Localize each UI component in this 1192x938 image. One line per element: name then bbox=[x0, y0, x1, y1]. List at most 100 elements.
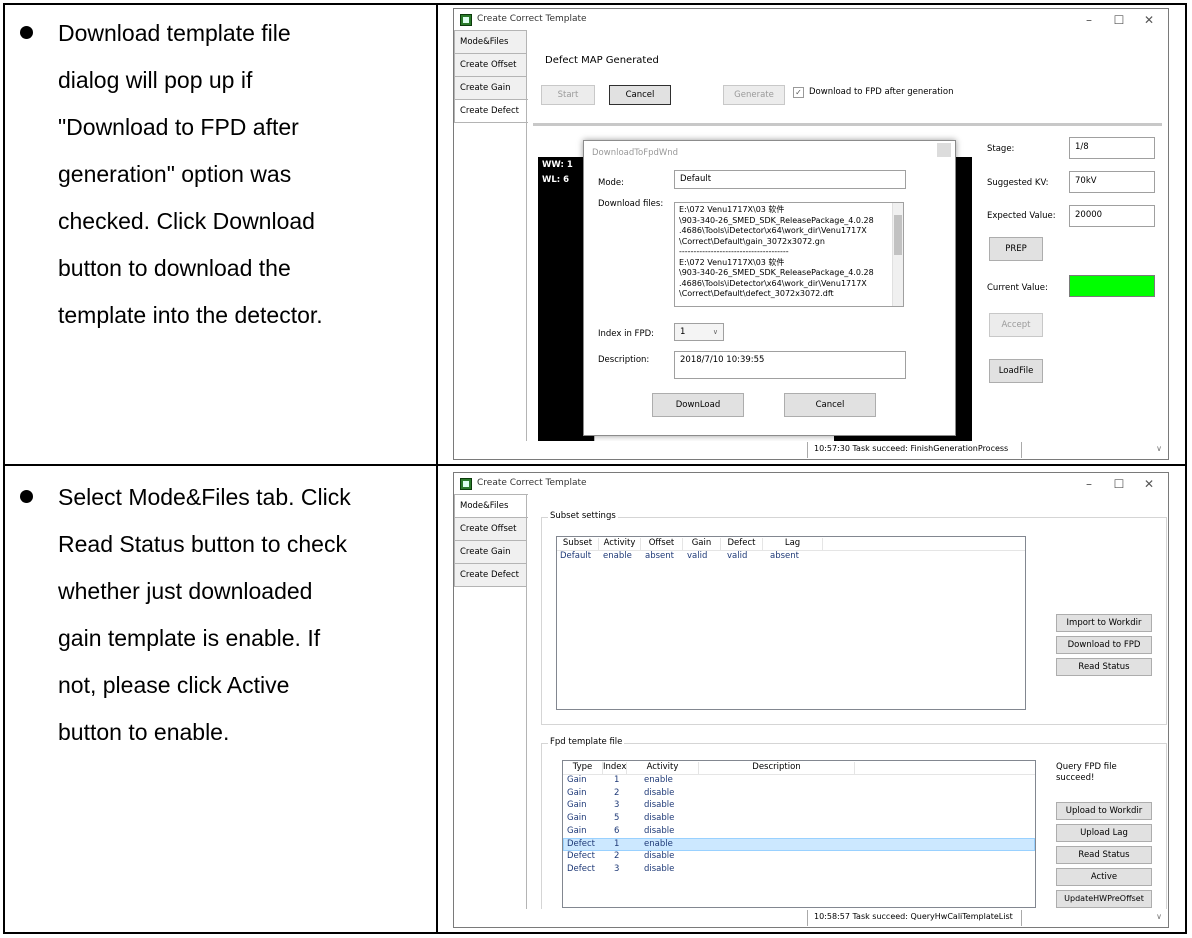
row-divider bbox=[3, 464, 1187, 466]
tab-create-defect[interactable]: Create Defect bbox=[454, 99, 528, 123]
instruction-line: generation" option was bbox=[58, 161, 292, 187]
update-hw-pre-offset-button[interactable]: UpdateHWPreOffset bbox=[1056, 890, 1152, 908]
table-cell: 1 bbox=[614, 775, 620, 785]
file-line: \Correct\Default\defect_3072x3072.dft bbox=[679, 289, 834, 298]
chevron-down-icon[interactable]: ∨ bbox=[1156, 444, 1162, 453]
files-scrollbar[interactable] bbox=[892, 203, 903, 306]
mode-field[interactable]: Default bbox=[674, 170, 906, 189]
file-line: E:\072 Venu1717X\03 软件 bbox=[679, 257, 785, 267]
table-cell: enable bbox=[603, 551, 632, 561]
table-cell: disable bbox=[644, 813, 675, 824]
close-button[interactable]: ✕ bbox=[1134, 475, 1164, 493]
index-in-fpd-select[interactable]: 1 ∨ bbox=[674, 323, 724, 341]
suggested-kv-field[interactable]: 70kV bbox=[1069, 171, 1155, 193]
read-status-button[interactable]: Read Status bbox=[1056, 658, 1152, 676]
create-correct-template-window-2: Create Correct Template – ☐ ✕ Mode&Files… bbox=[453, 472, 1169, 928]
table-row[interactable]: Gain 1 enable bbox=[563, 775, 1035, 788]
title-bar: Create Correct Template – ☐ ✕ bbox=[454, 9, 1168, 31]
expected-value-field[interactable]: 20000 bbox=[1069, 205, 1155, 227]
import-to-workdir-button[interactable]: Import to Workdir bbox=[1056, 614, 1152, 632]
upload-to-workdir-button[interactable]: Upload to Workdir bbox=[1056, 802, 1152, 820]
table-row[interactable]: Gain 3 disable bbox=[563, 800, 1035, 813]
column-header[interactable]: Type bbox=[563, 762, 603, 775]
instruction-line: not, please click Active bbox=[58, 672, 290, 698]
tab-create-defect[interactable]: Create Defect bbox=[454, 563, 527, 587]
status-bar: 10:57:30 Task succeed: FinishGenerationP… bbox=[454, 441, 1168, 459]
loadfile-button[interactable]: LoadFile bbox=[989, 359, 1043, 383]
table-row[interactable]: Gain 6 disable bbox=[563, 826, 1035, 839]
column-header[interactable]: Offset bbox=[641, 538, 683, 551]
bullet bbox=[20, 26, 33, 39]
download-to-fpd-dialog: DownloadToFpdWnd Mode: Default Download … bbox=[583, 140, 956, 436]
download-checkbox[interactable]: ✓ bbox=[793, 87, 804, 98]
table-row[interactable]: Defect 3 disable bbox=[563, 864, 1035, 877]
table-row[interactable]: Gain 2 disable bbox=[563, 788, 1035, 801]
maximize-button[interactable]: ☐ bbox=[1104, 475, 1134, 493]
tab-strip: Mode&Files Create Offset Create Gain Cre… bbox=[454, 30, 528, 123]
table-cell: valid bbox=[687, 551, 708, 561]
tab-create-gain[interactable]: Create Gain bbox=[454, 76, 527, 100]
column-header[interactable]: Index bbox=[603, 762, 627, 775]
download-button[interactable]: DownLoad bbox=[652, 393, 744, 417]
table-row-selected[interactable]: Defect 1 enable bbox=[563, 838, 1035, 852]
close-button[interactable]: ✕ bbox=[1134, 11, 1164, 29]
table-cell: Defect bbox=[567, 851, 596, 862]
dialog-cancel-button[interactable]: Cancel bbox=[784, 393, 876, 417]
stage-field[interactable]: 1/8 bbox=[1069, 137, 1155, 159]
subset-table[interactable]: Subset Activity Offset Gain Defect Lag D… bbox=[556, 536, 1026, 710]
file-line: \903-340-26_SMED_SDK_ReleasePackage_4.0.… bbox=[679, 215, 874, 225]
table-row[interactable]: Gain 5 disable bbox=[563, 813, 1035, 826]
table-cell: 6 bbox=[614, 825, 620, 836]
tab-strip: Mode&Files Create Offset Create Gain Cre… bbox=[454, 494, 528, 587]
download-files-list[interactable]: E:\072 Venu1717X\03 软件 \903-340-26_SMED_… bbox=[674, 202, 904, 307]
bullet bbox=[20, 490, 33, 503]
dialog-close-button[interactable] bbox=[937, 143, 951, 157]
instruction-line: whether just downloaded bbox=[58, 578, 313, 604]
chevron-down-icon[interactable]: ∨ bbox=[1156, 912, 1162, 921]
description-field[interactable]: 2018/7/10 10:39:55 bbox=[674, 351, 906, 379]
active-button[interactable]: Active bbox=[1056, 868, 1152, 886]
minimize-button[interactable]: – bbox=[1074, 11, 1104, 29]
file-line: -------------------------------------- bbox=[679, 247, 789, 256]
suggested-kv-label: Suggested KV: bbox=[987, 178, 1049, 188]
mode-label: Mode: bbox=[598, 178, 625, 188]
column-header[interactable]: Activity bbox=[599, 538, 641, 551]
upload-lag-button[interactable]: Upload Lag bbox=[1056, 824, 1152, 842]
column-header[interactable]: Subset bbox=[557, 538, 599, 551]
tab-create-gain[interactable]: Create Gain bbox=[454, 540, 527, 564]
table-row[interactable]: Default enable absent valid valid absent bbox=[557, 551, 1025, 563]
accept-button[interactable]: Accept bbox=[989, 313, 1043, 337]
column-header[interactable]: Defect bbox=[721, 538, 763, 551]
column-header[interactable]: Description bbox=[699, 762, 855, 775]
description-label: Description: bbox=[598, 355, 650, 365]
cancel-button[interactable]: Cancel bbox=[609, 85, 671, 105]
tab-mode-files[interactable]: Mode&Files bbox=[454, 494, 528, 518]
download-to-fpd-button[interactable]: Download to FPD bbox=[1056, 636, 1152, 654]
query-status-message: Query FPD file succeed! bbox=[1056, 762, 1117, 783]
status-text: 10:57:30 Task succeed: FinishGenerationP… bbox=[807, 442, 1022, 458]
table-cell: disable bbox=[644, 800, 675, 811]
column-header[interactable]: Lag bbox=[763, 538, 823, 551]
download-checkbox-label: Download to FPD after generation bbox=[809, 87, 954, 97]
subset-settings-group: Subset settings Subset Activity Offset G… bbox=[541, 511, 1167, 725]
start-button[interactable]: Start bbox=[541, 85, 595, 105]
table-cell: absent bbox=[770, 551, 799, 561]
fpd-template-table[interactable]: Type Index Activity Description Gain 1 ena… bbox=[562, 760, 1036, 908]
minimize-button[interactable]: – bbox=[1074, 475, 1104, 493]
column-header[interactable]: Gain bbox=[683, 538, 721, 551]
table-cell: disable bbox=[644, 825, 675, 836]
ww-label: WW: 1 bbox=[542, 160, 573, 170]
tab-mode-files[interactable]: Mode&Files bbox=[454, 30, 527, 54]
column-header[interactable]: Activity bbox=[627, 762, 699, 775]
table-cell: valid bbox=[727, 551, 748, 561]
maximize-button[interactable]: ☐ bbox=[1104, 11, 1134, 29]
table-cell: 5 bbox=[614, 813, 620, 824]
table-cell: 1 bbox=[614, 839, 620, 850]
table-cell: Gain bbox=[567, 775, 587, 785]
prep-button[interactable]: PREP bbox=[989, 237, 1043, 261]
tab-create-offset[interactable]: Create Offset bbox=[454, 53, 527, 77]
read-status-button-2[interactable]: Read Status bbox=[1056, 846, 1152, 864]
tab-create-offset[interactable]: Create Offset bbox=[454, 517, 527, 541]
table-row[interactable]: Defect 2 disable bbox=[563, 851, 1035, 864]
generate-button[interactable]: Generate bbox=[723, 85, 785, 105]
